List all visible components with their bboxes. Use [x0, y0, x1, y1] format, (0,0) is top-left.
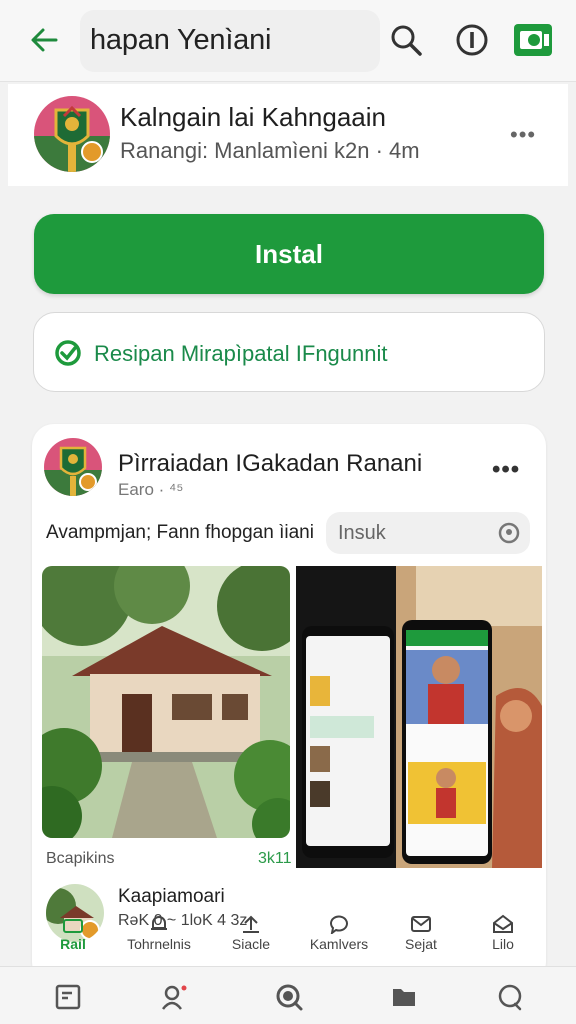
- camera-icon[interactable]: [512, 20, 554, 60]
- top-app-bar: hapan Yenìani: [0, 0, 576, 82]
- action-mail[interactable]: Sejat: [386, 914, 456, 952]
- action-label: Lilo: [492, 936, 514, 952]
- chat-icon[interactable]: [496, 983, 524, 1011]
- post-author-avatar[interactable]: [44, 438, 102, 496]
- app-icon[interactable]: [34, 96, 110, 172]
- action-label: Tohrnelnis: [127, 936, 191, 952]
- action-label: Sejat: [405, 936, 437, 952]
- search-icon[interactable]: [274, 982, 304, 1012]
- action-comment[interactable]: Kamlvers: [304, 914, 374, 952]
- profile-icon[interactable]: [160, 983, 188, 1011]
- app-name: Kalngain lai Kahngaain: [120, 102, 386, 132]
- secondary-action-label: Resipan Mirapìpatal IFngunnit: [94, 341, 388, 366]
- image-tag-right: 3k11: [258, 850, 292, 867]
- reply-input-text[interactable]: Insuk: [338, 522, 386, 545]
- post-card: Pìrraiadan IGakadan Ranani Earo · ⁴⁵ •••…: [32, 424, 546, 984]
- share-icon: [243, 915, 259, 933]
- open-mail-icon: [493, 914, 513, 933]
- comment-icon: [330, 915, 348, 934]
- mail-icon: [411, 916, 431, 932]
- secondary-action-button[interactable]: Resipan Mirapìpatal IFngunnit: [33, 312, 545, 392]
- action-share[interactable]: Siacle: [216, 914, 286, 952]
- action-open-mail[interactable]: Lilo: [468, 914, 538, 952]
- comment-title: Kaapiamoari: [118, 886, 225, 907]
- post-meta: Earo · ⁴⁵: [118, 480, 184, 499]
- app-preview-photo[interactable]: [296, 566, 542, 868]
- rail-icon: [63, 919, 83, 933]
- action-label: Rail: [60, 936, 86, 952]
- home-icon[interactable]: [54, 983, 82, 1011]
- info-icon[interactable]: [454, 22, 490, 58]
- image-tag-left: Bcapikins: [46, 850, 115, 867]
- action-rail[interactable]: Rail: [38, 914, 108, 952]
- search-icon[interactable]: [388, 22, 424, 58]
- install-button[interactable]: Instal: [34, 214, 544, 294]
- app-header-card: Kalngain lai Kahngaain Ranangi: Manlamìe…: [8, 84, 568, 186]
- back-arrow-icon[interactable]: [26, 22, 62, 58]
- post-title: Pìrraiadan IGakadan Ranani: [118, 450, 423, 477]
- check-circle-icon: [55, 340, 81, 366]
- house-photo[interactable]: [42, 566, 290, 838]
- post-caption: Avampmjan; Fann fhopgan ìiani: [46, 522, 314, 543]
- app-subtitle: Ranangi: Manlamìeni k2n · 4m: [120, 138, 420, 163]
- action-label: Siacle: [231, 936, 271, 952]
- action-label: Kamlvers: [309, 936, 369, 952]
- folder-icon[interactable]: [390, 983, 418, 1011]
- bottom-navigation: [0, 966, 576, 1024]
- action-notifications[interactable]: Tohrnelnis: [124, 914, 194, 952]
- more-options-icon[interactable]: •••: [510, 122, 536, 148]
- post-more-icon[interactable]: •••: [492, 456, 520, 484]
- location-pin-icon[interactable]: [498, 522, 520, 544]
- search-query-text[interactable]: hapan Yenìani: [90, 24, 271, 57]
- bell-icon: [151, 916, 167, 930]
